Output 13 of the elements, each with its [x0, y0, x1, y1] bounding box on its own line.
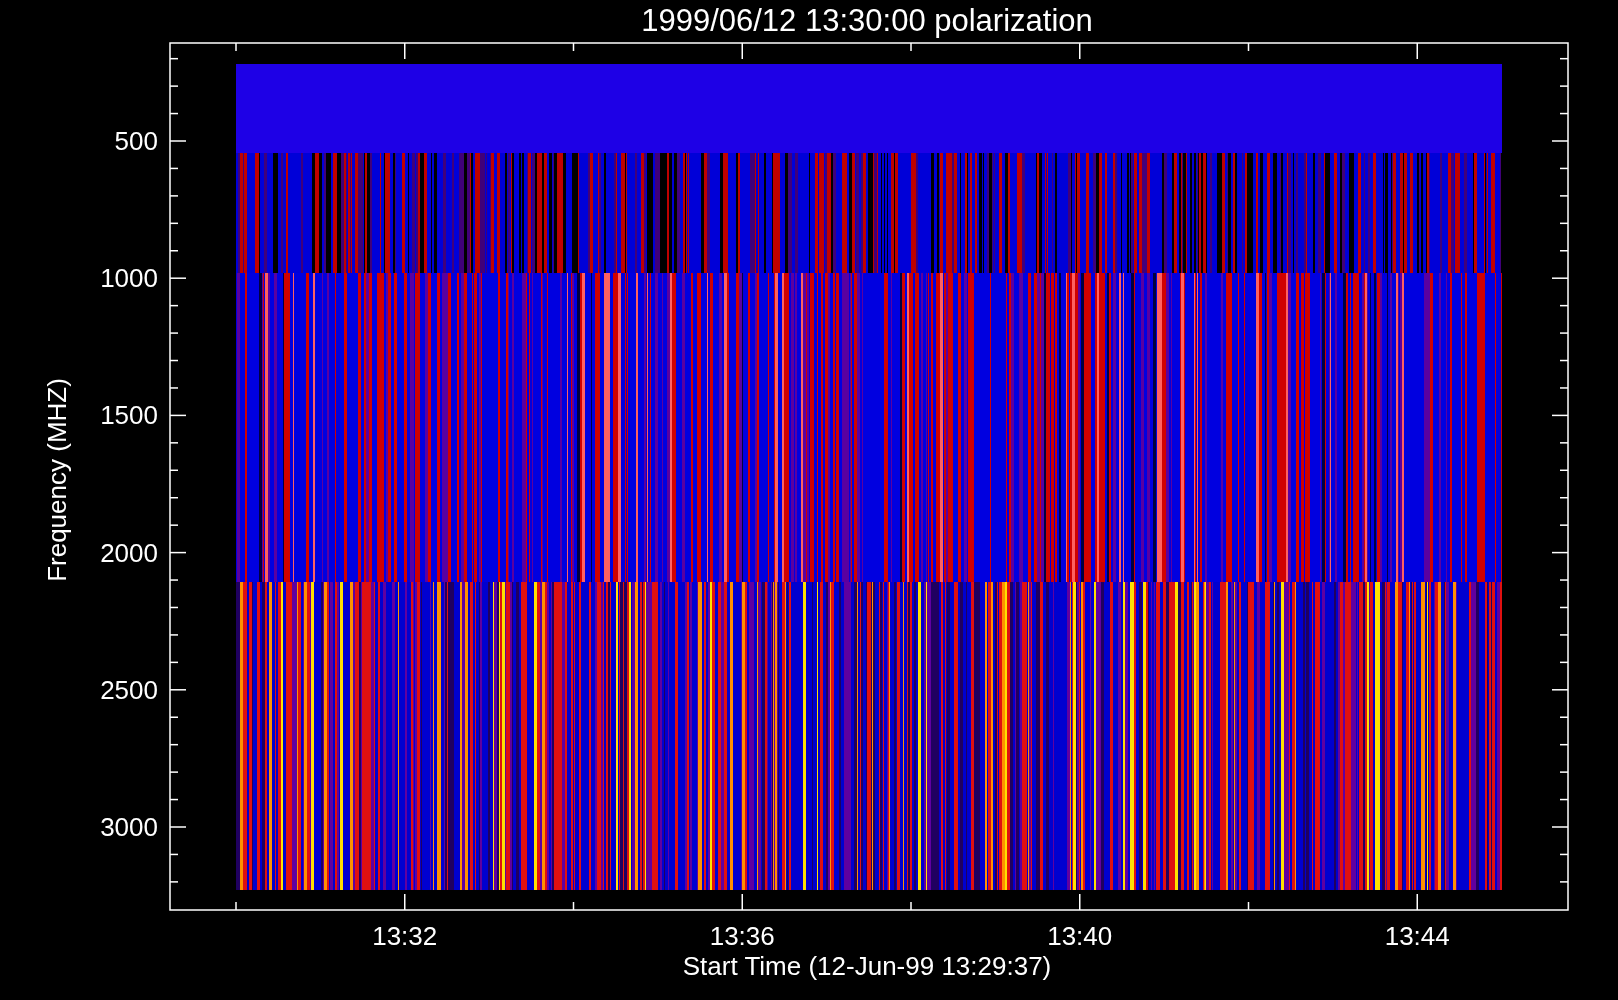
y-tick-label: 1500: [100, 400, 158, 431]
x-tick-label: 13:40: [1047, 921, 1113, 951]
y-tick-label: 3000: [100, 812, 158, 842]
x-tick-label: 13:32: [372, 921, 438, 951]
x-axis-label: Start Time (12-Jun-99 13:29:37): [682, 951, 1052, 981]
y-tick-label: 2500: [100, 674, 158, 705]
chart-title: 1999/06/12 13:30:00 polarization: [641, 3, 1093, 38]
y-axis-label: Frequency (MHZ): [42, 378, 72, 582]
x-tick-label: 13:44: [1384, 921, 1450, 951]
y-tick-label: 1000: [100, 263, 158, 294]
y-tick-label: 2000: [100, 537, 158, 568]
x-tick-label: 13:36: [709, 921, 775, 951]
y-tick-label: 500: [114, 126, 158, 156]
